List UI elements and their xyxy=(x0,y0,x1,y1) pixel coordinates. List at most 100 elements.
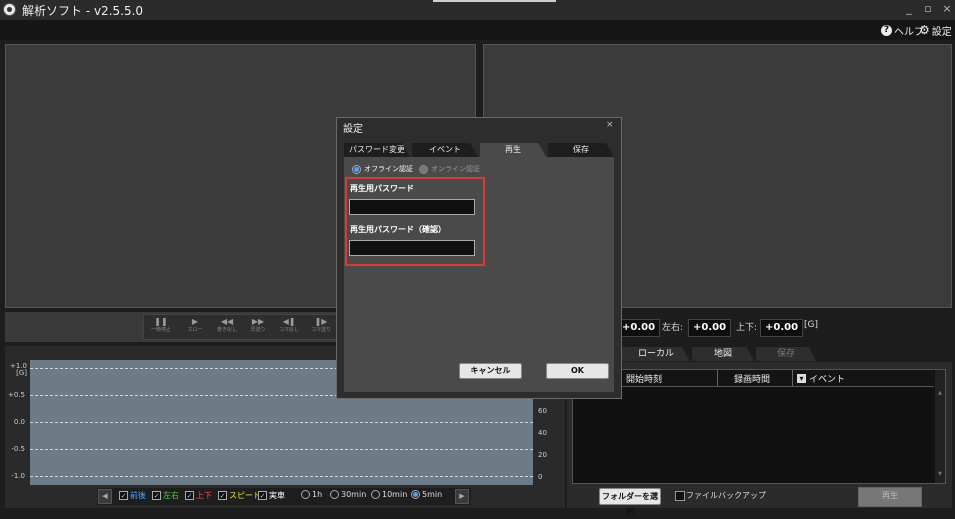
rewind-label: 巻き戻し xyxy=(216,327,237,333)
gridline xyxy=(30,422,533,423)
help-button[interactable]: ? ヘルプ xyxy=(881,23,924,38)
pause-label: 一時停止 xyxy=(150,327,171,333)
checkbox-checked-icon: ✓ xyxy=(218,491,227,500)
column-divider xyxy=(792,370,793,386)
title-bar-indicator xyxy=(433,0,556,2)
y-axis-label: +1.0 [G] xyxy=(10,362,27,377)
radio-icon xyxy=(301,490,310,499)
rewind-icon: ◀◀ xyxy=(220,317,234,326)
checkbox-checked-icon: ✓ xyxy=(185,491,194,500)
speed-axis-label: 0 xyxy=(538,473,543,481)
range-radio-10min[interactable]: 10min xyxy=(371,490,407,499)
tab-map[interactable]: 地図 xyxy=(692,347,754,361)
play-button[interactable]: 再生 xyxy=(858,487,922,507)
tab-password-change[interactable]: パスワード変更 xyxy=(344,143,410,157)
scroll-down-icon[interactable]: ▼ xyxy=(935,471,945,477)
radio-offline-label: オフライン認証 xyxy=(364,165,413,173)
range-radio-30min[interactable]: 30min xyxy=(330,490,366,499)
radio-offline-auth[interactable]: オフライン認証 xyxy=(352,164,413,174)
legend-checkbox-actual-vehicle[interactable]: ✓ 実車 xyxy=(258,490,285,501)
slow-button[interactable]: ▶ スロー xyxy=(181,317,209,333)
radio-icon xyxy=(330,490,339,499)
scroll-up-icon[interactable]: ▲ xyxy=(935,390,945,396)
legend-checkbox-longitudinal[interactable]: ✓ 前後 xyxy=(119,490,146,501)
dropdown-icon: ▾ xyxy=(797,374,806,383)
vertical-label: 上下: xyxy=(736,323,758,333)
column-start-time[interactable]: 開始時刻 xyxy=(626,372,662,385)
title-bar: 解析ソフト - v2.5.5.0 _ ▫ × xyxy=(0,0,955,20)
column-divider xyxy=(717,370,718,386)
longitudinal-value: +0.00 xyxy=(617,319,661,337)
checkbox-checked-icon: ✓ xyxy=(152,491,161,500)
gridline xyxy=(30,476,533,477)
speed-axis-label: 20 xyxy=(538,451,547,459)
tab-local[interactable]: ローカル xyxy=(622,347,690,361)
close-button[interactable]: × xyxy=(940,2,954,15)
backup-label: ファイルバックアップ xyxy=(686,491,766,500)
settings-label: 設定 xyxy=(931,27,952,38)
tab-playback[interactable]: 再生 xyxy=(480,143,546,157)
slow-icon: ▶ xyxy=(191,317,199,326)
fast-forward-button[interactable]: ▶▶ 早送り xyxy=(244,317,272,333)
legend-label: 前後 xyxy=(130,491,146,500)
frame-back-label: コマ戻し xyxy=(278,327,299,333)
legend-checkbox-vertical[interactable]: ✓ 上下 xyxy=(185,490,212,501)
pause-icon: ❚❚ xyxy=(154,317,168,326)
checkbox-checked-icon: ✓ xyxy=(258,491,267,500)
radio-online-auth[interactable]: オンライン認証 xyxy=(419,164,480,174)
radio-selected-icon xyxy=(411,490,420,499)
speed-axis-label: 40 xyxy=(538,429,547,437)
tab-event[interactable]: イベント xyxy=(412,143,478,157)
range-label: 10min xyxy=(382,490,408,499)
frame-forward-icon: ❚▶ xyxy=(314,317,328,326)
radio-icon xyxy=(419,164,428,174)
frame-back-button[interactable]: ◀❚ コマ戻し xyxy=(275,317,303,333)
chevron-left-icon: ◀ xyxy=(102,492,108,500)
legend-label: スピード xyxy=(229,491,261,500)
column-event[interactable]: ▾ イベント xyxy=(797,372,845,385)
y-axis-label: +0.5 xyxy=(8,391,25,399)
radio-selected-icon xyxy=(352,164,361,174)
ok-button[interactable]: OK xyxy=(546,363,609,379)
dialog-close-icon[interactable]: × xyxy=(606,120,614,130)
backup-checkbox[interactable] xyxy=(675,491,685,501)
range-radio-5min[interactable]: 5min xyxy=(411,490,442,499)
y-axis-label: -1.0 xyxy=(11,472,25,480)
gridline xyxy=(30,449,533,450)
settings-button[interactable]: ⚙ 設定 xyxy=(919,23,952,38)
tab-save[interactable]: 保存 xyxy=(756,347,816,361)
tab-storage[interactable]: 保存 xyxy=(548,143,614,157)
legend-label: 上下 xyxy=(196,491,212,500)
frame-forward-button[interactable]: ❚▶ コマ送り xyxy=(307,317,335,333)
checkbox-checked-icon: ✓ xyxy=(119,491,128,500)
chevron-right-icon: ▶ xyxy=(459,492,465,500)
column-event-label: イベント xyxy=(809,375,846,385)
graph-prev-button[interactable]: ◀ xyxy=(98,489,112,504)
speed-axis-label: 60 xyxy=(538,407,547,415)
legend-label: 実車 xyxy=(269,491,285,500)
g-unit-label: [G] xyxy=(804,320,818,330)
lateral-value: +0.00 xyxy=(688,319,732,337)
list-scrollbar[interactable]: ▲ ▼ xyxy=(935,370,945,483)
help-icon: ? xyxy=(881,25,892,36)
range-radio-1h[interactable]: 1h xyxy=(301,490,322,499)
password-confirm-field[interactable] xyxy=(349,240,475,256)
cancel-button[interactable]: キャンセル xyxy=(459,363,522,379)
column-duration[interactable]: 録画時間 xyxy=(734,372,770,385)
slow-label: スロー xyxy=(187,327,203,333)
graph-next-button[interactable]: ▶ xyxy=(455,489,469,504)
range-label: 5min xyxy=(422,490,443,499)
legend-checkbox-speed[interactable]: ✓ スピード xyxy=(218,490,261,501)
select-folder-button[interactable]: フォルダーを選択 xyxy=(599,488,661,516)
pause-button[interactable]: ❚❚ 一時停止 xyxy=(147,317,175,333)
password-field[interactable] xyxy=(349,199,475,215)
y-axis-label: -0.5 xyxy=(11,445,25,453)
gear-icon: ⚙ xyxy=(919,23,930,37)
radio-icon xyxy=(371,490,380,499)
window-title: 解析ソフト - v2.5.5.0 xyxy=(22,4,144,18)
rewind-button[interactable]: ◀◀ 巻き戻し xyxy=(213,317,241,333)
minimize-button[interactable]: _ xyxy=(902,2,916,15)
legend-checkbox-lateral[interactable]: ✓ 左右 xyxy=(152,490,179,501)
range-label: 30min xyxy=(341,490,367,499)
maximize-button[interactable]: ▫ xyxy=(921,2,935,15)
